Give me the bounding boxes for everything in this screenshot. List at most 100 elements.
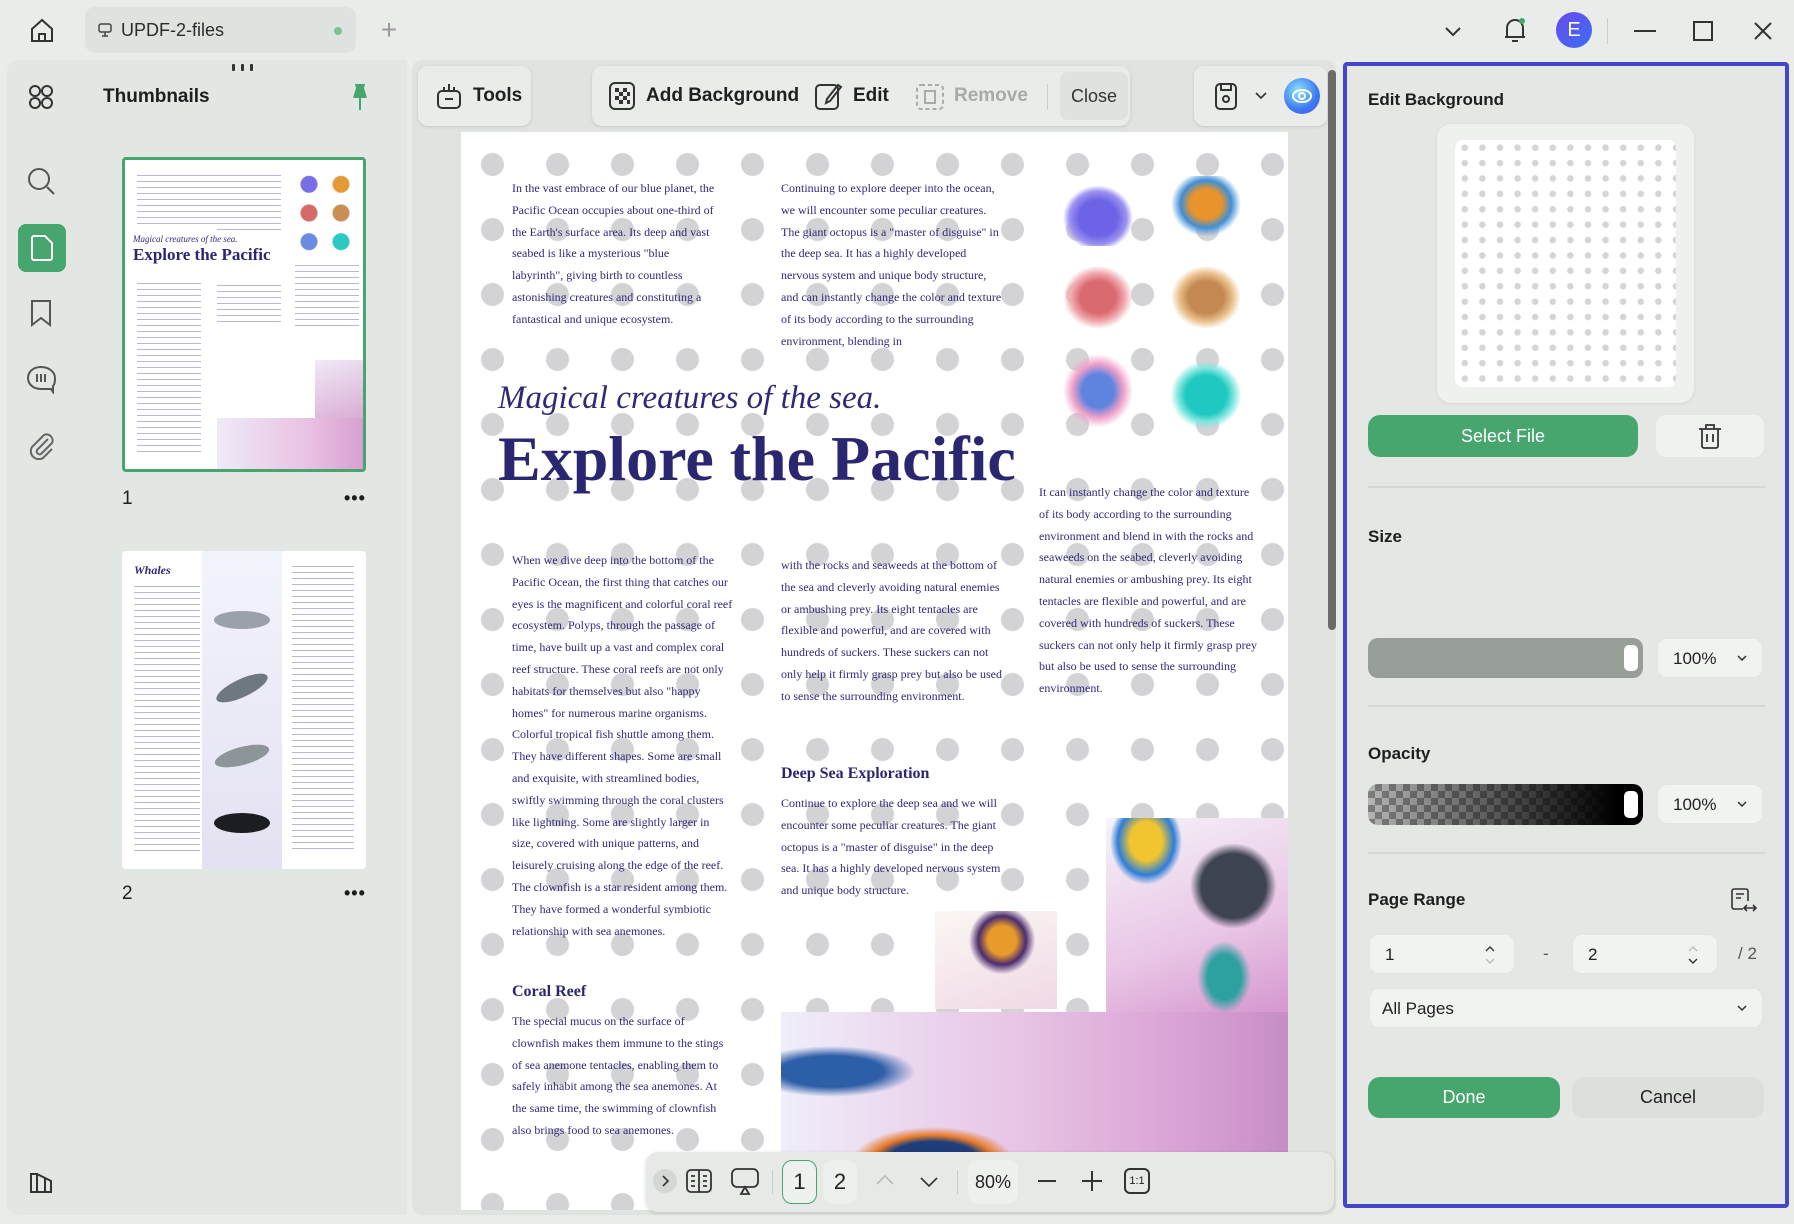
thumb-text-lines <box>292 563 354 853</box>
pdf-page: In the vast embrace of our blue planet, … <box>461 132 1288 1210</box>
actual-size-button[interactable]: 1:1 <box>1124 1168 1150 1194</box>
zoom-in-icon[interactable] <box>1081 1170 1103 1192</box>
document-tab[interactable]: UPDF-2-files <box>85 7 356 53</box>
page-range-from-input[interactable]: 1 <box>1369 934 1515 974</box>
panel-title: Edit Background <box>1368 90 1505 109</box>
home-icon[interactable] <box>24 12 60 48</box>
column1-paragraph: When we dive deep into the bottom of the… <box>512 553 733 938</box>
page-layout-icon[interactable] <box>684 1166 714 1196</box>
edit-background-panel: Edit Background Select File Size 100% Op… <box>1343 62 1789 1208</box>
new-tab-icon[interactable]: + <box>376 14 402 45</box>
page-1-button[interactable]: 1 <box>782 1160 817 1204</box>
divider <box>772 1170 773 1194</box>
page-subset-select[interactable]: All Pages <box>1369 988 1763 1028</box>
cancel-button[interactable]: Cancel <box>1572 1077 1764 1118</box>
edit-background-icon <box>813 80 845 112</box>
page-navigation-bar: 1 2 80% 1:1 <box>646 1152 1334 1212</box>
user-avatar[interactable]: E <box>1556 12 1592 48</box>
thumbnail-page-number: 1 <box>122 488 133 509</box>
chevron-down-icon <box>1736 799 1748 809</box>
range-total: / 2 <box>1738 944 1757 963</box>
panel-toggle-icon[interactable] <box>24 1166 58 1200</box>
chevron-down-icon <box>1736 1003 1748 1013</box>
intro-left-paragraph: In the vast embrace of our blue planet, … <box>512 181 715 326</box>
chevron-down-icon[interactable] <box>1440 18 1466 44</box>
thumbnail-more-icon[interactable]: ••• <box>344 488 366 509</box>
column2-paragraph: with the rocks and seaweeds at the botto… <box>781 558 1002 703</box>
thumbnail-page-number: 2 <box>122 883 133 904</box>
thumb-text-lines <box>137 172 217 227</box>
size-slider[interactable] <box>1368 638 1643 678</box>
done-button[interactable]: Done <box>1368 1077 1560 1118</box>
deep-sea-paragraph: Continue to explore the deep sea and we … <box>781 796 1001 898</box>
comment-icon[interactable] <box>24 362 58 396</box>
drag-handle[interactable] <box>232 64 256 72</box>
thumb-text-lines <box>217 172 281 234</box>
save-icon[interactable] <box>1212 80 1240 112</box>
notification-bell-icon[interactable] <box>1500 14 1530 46</box>
previous-page-icon[interactable] <box>874 1172 896 1188</box>
delete-background-button[interactable] <box>1656 415 1764 457</box>
chevron-down-icon <box>1736 653 1748 663</box>
add-background-button[interactable]: Add Background <box>646 85 799 107</box>
close-window-icon[interactable] <box>1750 18 1776 44</box>
thumbnail-page-2[interactable]: Whales <box>122 551 366 869</box>
attachment-icon[interactable] <box>24 428 58 462</box>
coral-reef-heading: Coral Reef <box>512 983 587 1000</box>
teal-coral-image <box>1161 352 1251 438</box>
page-range-swap-icon[interactable] <box>1728 885 1758 915</box>
size-dropdown[interactable]: 100% <box>1657 638 1763 678</box>
divider <box>1047 84 1048 110</box>
red-coral-image <box>1053 264 1143 338</box>
stepper-icon[interactable] <box>1687 943 1699 967</box>
minimize-icon[interactable] <box>1632 18 1658 44</box>
thumb-text-lines <box>295 262 359 326</box>
page-title: Explore the Pacific <box>498 423 1016 494</box>
presentation-icon[interactable] <box>728 1165 762 1197</box>
coral-image <box>1161 176 1251 246</box>
pin-icon[interactable] <box>348 82 372 112</box>
whale-image <box>214 611 270 629</box>
thumbnails-title: Thumbnails <box>103 86 210 107</box>
next-page-icon[interactable] <box>918 1174 940 1190</box>
clownfish-photo <box>935 911 1057 1009</box>
thumbnail-more-icon[interactable]: ••• <box>344 883 366 904</box>
column3-paragraph: It can instantly change the color and te… <box>1039 485 1257 696</box>
save-options-chevron-icon[interactable] <box>1252 88 1270 104</box>
page-subtitle: Magical creatures of the sea. <box>498 380 882 416</box>
bookmark-icon[interactable] <box>24 296 58 330</box>
divider <box>1368 852 1765 854</box>
thumb-text-lines <box>217 282 281 327</box>
expand-chevron-icon[interactable] <box>653 1169 677 1193</box>
remove-button[interactable]: Remove <box>954 85 1028 107</box>
close-button[interactable]: Close <box>1060 72 1128 120</box>
page-2-button[interactable]: 2 <box>823 1160 857 1204</box>
opacity-slider-handle[interactable] <box>1624 791 1638 818</box>
monitor-icon <box>95 20 115 40</box>
remove-background-icon <box>914 80 946 112</box>
size-slider-handle[interactable] <box>1624 645 1638 671</box>
zoom-out-icon[interactable] <box>1036 1170 1058 1192</box>
unsaved-dot <box>334 27 342 35</box>
opacity-dropdown[interactable]: 100% <box>1657 784 1763 824</box>
edit-button[interactable]: Edit <box>853 85 889 107</box>
page-range-to-input[interactable]: 2 <box>1572 934 1718 974</box>
select-file-button[interactable]: Select File <box>1368 415 1638 457</box>
thumbnails-panel-button[interactable] <box>18 224 66 272</box>
coral-reef-paragraph: The special mucus on the surface of clow… <box>512 1014 724 1137</box>
stepper-icon[interactable] <box>1484 943 1496 967</box>
opacity-slider[interactable] <box>1368 784 1643 825</box>
opacity-value: 100% <box>1673 795 1717 814</box>
ai-assistant-icon[interactable] <box>1284 78 1320 114</box>
maximize-icon[interactable] <box>1690 18 1716 44</box>
page-range-label: Page Range <box>1368 890 1466 909</box>
apps-grid-icon[interactable] <box>24 80 58 114</box>
blue-coral-image <box>1053 352 1143 438</box>
thumb-title: Explore the Pacific <box>133 245 271 264</box>
tab-title: UPDF-2-files <box>121 20 225 40</box>
zoom-level[interactable]: 80% <box>968 1160 1018 1204</box>
vertical-scrollbar[interactable] <box>1328 70 1336 630</box>
search-icon[interactable] <box>24 164 58 198</box>
thumbnail-page-1[interactable]: Magical creatures of the sea. Explore th… <box>122 157 366 472</box>
thumb-coral-images <box>293 172 357 254</box>
